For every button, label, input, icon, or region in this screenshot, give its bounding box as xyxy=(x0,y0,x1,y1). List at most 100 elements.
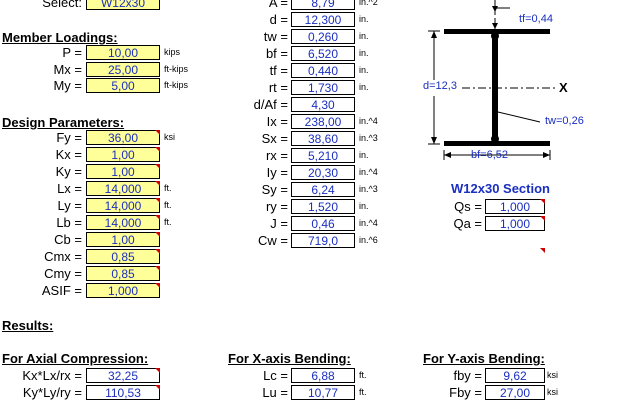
fillet-top xyxy=(491,32,499,40)
bf-arrow-left xyxy=(444,152,451,158)
param-unit: ksi xyxy=(164,132,175,142)
param-label: Cmx = xyxy=(44,249,82,264)
prop-value: 12,300 xyxy=(291,12,355,27)
prop-value: 0,440 xyxy=(291,63,355,78)
prop-value: 6,24 xyxy=(291,182,355,197)
prop-unit: in.^4 xyxy=(359,218,378,228)
param-label: Fy = xyxy=(56,130,82,145)
param-label: ASIF = xyxy=(41,283,82,298)
prop-label: Sy = xyxy=(261,182,288,197)
prop-label: rx = xyxy=(265,148,288,163)
param-value[interactable]: 14,000 xyxy=(86,181,160,196)
comment-marker-icon xyxy=(155,266,160,271)
axial-title: For Axial Compression: xyxy=(2,351,149,366)
q-value: 1,000 xyxy=(485,216,545,231)
param-value[interactable]: 14,000 xyxy=(86,198,160,213)
param-value[interactable]: 0,85 xyxy=(86,266,160,281)
prop-value: 38,60 xyxy=(291,131,355,146)
prop-label: d/Af = xyxy=(253,97,288,112)
y-bending-title: For Y-axis Bending: xyxy=(423,351,545,366)
load-label: Mx = xyxy=(53,61,82,77)
prop-label: A = xyxy=(268,0,288,10)
bf-label: bf=6,52 xyxy=(471,149,509,161)
prop-unit: in. xyxy=(359,48,369,58)
prop-label: J = xyxy=(270,216,288,231)
comment-marker-icon xyxy=(155,164,160,169)
section-select[interactable]: W12x30 xyxy=(86,0,160,10)
prop-label: Ix = xyxy=(266,114,288,129)
param-unit: ft. xyxy=(164,183,172,193)
param-value[interactable]: 14,000 xyxy=(86,215,160,230)
comment-marker-icon xyxy=(155,232,160,237)
ybend-label: Fby = xyxy=(449,385,482,400)
prop-unit: in. xyxy=(359,82,369,92)
prop-unit: in.^3 xyxy=(359,133,378,143)
tf-arrow-upper xyxy=(492,6,498,12)
comment-marker-icon xyxy=(155,215,160,220)
param-label: Ly = xyxy=(57,198,82,213)
param-value[interactable]: 0,85 xyxy=(86,249,160,264)
prop-unit: in.^4 xyxy=(359,116,378,126)
param-value[interactable]: 1,00 xyxy=(86,164,160,179)
load-value[interactable]: 25,00 xyxy=(86,61,160,77)
tw-label: tw=0,26 xyxy=(545,115,584,127)
prop-value: 1,520 xyxy=(291,199,355,214)
load-value[interactable]: 5,00 xyxy=(86,78,160,94)
param-value[interactable]: 36,00 xyxy=(86,130,160,145)
comment-marker-icon xyxy=(155,147,160,152)
load-value[interactable]: 10,00 xyxy=(86,45,160,60)
prop-unit: in. xyxy=(359,31,369,41)
prop-unit: in.^3 xyxy=(359,184,378,194)
param-label: Lb = xyxy=(56,215,82,230)
param-value[interactable]: 1,00 xyxy=(86,147,160,162)
tw-leader xyxy=(497,111,541,123)
param-value[interactable]: 1,00 xyxy=(86,232,160,247)
comment-marker-icon xyxy=(540,199,545,204)
design-parameters-title: Design Parameters: xyxy=(2,115,125,130)
axial-value: 110,53 xyxy=(86,385,160,400)
ybend-value: 9,62 xyxy=(485,368,545,383)
comment-marker-icon xyxy=(155,385,160,390)
prop-label: rt = xyxy=(268,80,288,95)
prop-unit: in.^4 xyxy=(359,167,378,177)
comment-marker-icon xyxy=(155,130,160,135)
comment-marker-icon xyxy=(540,248,545,253)
prop-value: 4,30 xyxy=(291,97,355,112)
axial-label: Kx*Lx/rx = xyxy=(22,368,82,383)
prop-value: 0,46 xyxy=(291,216,355,231)
comment-marker-icon xyxy=(540,216,545,221)
param-label: Cb = xyxy=(54,232,82,247)
ybend-unit: ksi xyxy=(547,370,558,380)
comment-marker-icon xyxy=(155,368,160,373)
section-title: W12x30 Section xyxy=(451,181,550,196)
q-value: 1,000 xyxy=(485,199,545,214)
param-label: Lx = xyxy=(57,181,82,196)
prop-value: 238,00 xyxy=(291,114,355,129)
tf-arrow xyxy=(492,23,498,29)
prop-label: d = xyxy=(269,12,288,27)
ybend-label: fby = xyxy=(453,368,482,383)
param-label: Ky = xyxy=(55,164,82,179)
tf-label: tf=0,44 xyxy=(519,13,553,25)
prop-value: 8,79 xyxy=(291,0,355,10)
prop-unit: in.^2 xyxy=(359,0,378,7)
param-value[interactable]: 1,000 xyxy=(86,283,160,298)
d-arrow-top xyxy=(431,31,437,38)
prop-value: 5,210 xyxy=(291,148,355,163)
load-unit: ft-kips xyxy=(164,63,189,74)
q-label: Qs = xyxy=(454,199,482,214)
prop-value: 719,0 xyxy=(291,233,355,248)
xbend-unit: ft. xyxy=(359,370,367,380)
param-label: Cmy = xyxy=(44,266,82,281)
load-unit: ft-kips xyxy=(164,80,189,91)
q-label: Qa = xyxy=(453,216,482,231)
xbend-unit: ft. xyxy=(359,387,367,397)
param-label: Kx = xyxy=(55,147,82,162)
results-title: Results: xyxy=(2,318,54,333)
comment-marker-icon xyxy=(155,198,160,203)
prop-value: 20,30 xyxy=(291,165,355,180)
ybend-unit: ksi xyxy=(547,387,558,397)
load-unit: kips xyxy=(164,47,181,57)
prop-value: 6,520 xyxy=(291,46,355,61)
prop-label: Iy = xyxy=(266,165,288,180)
